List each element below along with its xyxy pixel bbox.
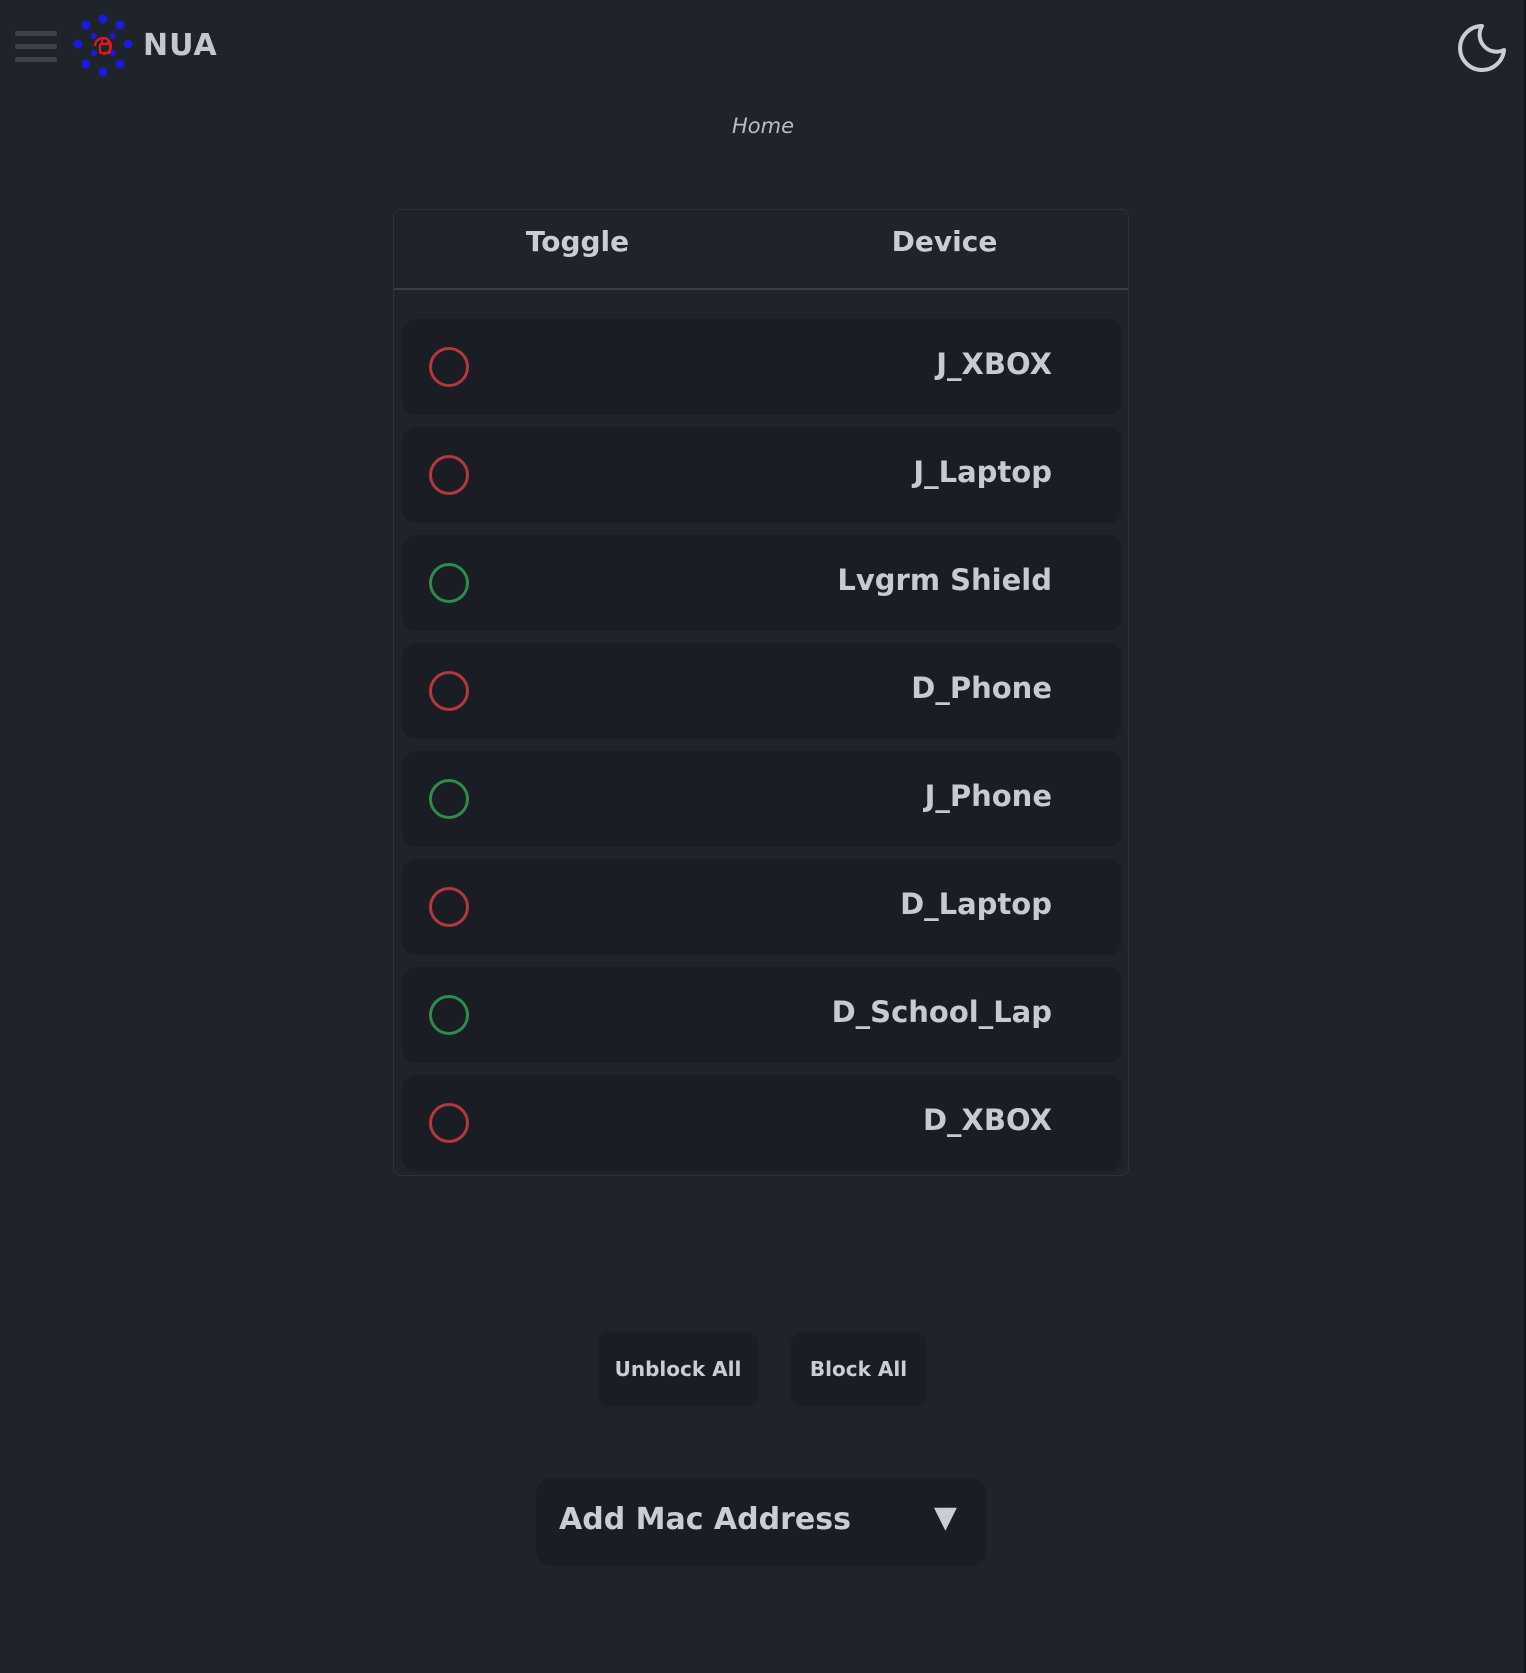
- device-toggle-icon[interactable]: [429, 779, 469, 819]
- device-toggle-icon[interactable]: [429, 671, 469, 711]
- brand-name: NUA: [143, 28, 218, 63]
- device-row: D_Laptop: [402, 859, 1122, 955]
- breadcrumb[interactable]: Home: [0, 114, 1526, 138]
- device-name: Lvgrm Shield: [837, 563, 1052, 597]
- triangle-down-icon: ▼: [933, 1500, 957, 1535]
- column-header-toggle: Toggle: [525, 225, 630, 258]
- block-all-button[interactable]: Block All: [792, 1333, 925, 1405]
- device-row: J_Phone: [402, 751, 1122, 847]
- device-name: D_School_Lap: [831, 995, 1052, 1029]
- device-name: D_XBOX: [922, 1103, 1052, 1137]
- device-row: D_Phone: [402, 643, 1122, 739]
- device-name: J_Laptop: [913, 455, 1052, 489]
- device-row: J_XBOX: [402, 319, 1122, 415]
- device-toggle-icon[interactable]: [429, 455, 469, 495]
- device-table: Toggle Device J_XBOX J_Laptop Lvgrm Shield…: [393, 209, 1129, 1176]
- table-header: Toggle Device: [394, 210, 1128, 290]
- device-name: D_Laptop: [900, 887, 1052, 921]
- device-name: J_Phone: [924, 779, 1052, 813]
- device-toggle-icon[interactable]: [429, 887, 469, 927]
- device-row: J_Laptop: [402, 427, 1122, 523]
- unblock-all-button[interactable]: Unblock All: [599, 1333, 757, 1405]
- device-row: Lvgrm Shield: [402, 535, 1122, 631]
- device-list: J_XBOX J_Laptop Lvgrm Shield D_Phone J_Phone…: [402, 319, 1122, 1183]
- device-name: D_Phone: [911, 671, 1052, 705]
- device-toggle-icon[interactable]: [429, 347, 469, 387]
- device-row: D_School_Lap: [402, 967, 1122, 1063]
- crescent-moon-icon[interactable]: [1452, 20, 1508, 76]
- add-mac-address-dropdown[interactable]: Add Mac Address ▼: [536, 1478, 987, 1566]
- device-toggle-icon[interactable]: [429, 1103, 469, 1143]
- device-name: J_XBOX: [936, 347, 1052, 381]
- device-toggle-icon[interactable]: [429, 563, 469, 603]
- add-mac-address-label: Add Mac Address: [559, 1502, 851, 1537]
- device-row: D_XBOX: [402, 1075, 1122, 1171]
- nua-logo[interactable]: [70, 14, 140, 80]
- hamburger-menu-icon[interactable]: [15, 31, 57, 63]
- device-toggle-icon[interactable]: [429, 995, 469, 1035]
- column-header-device: Device: [891, 225, 998, 258]
